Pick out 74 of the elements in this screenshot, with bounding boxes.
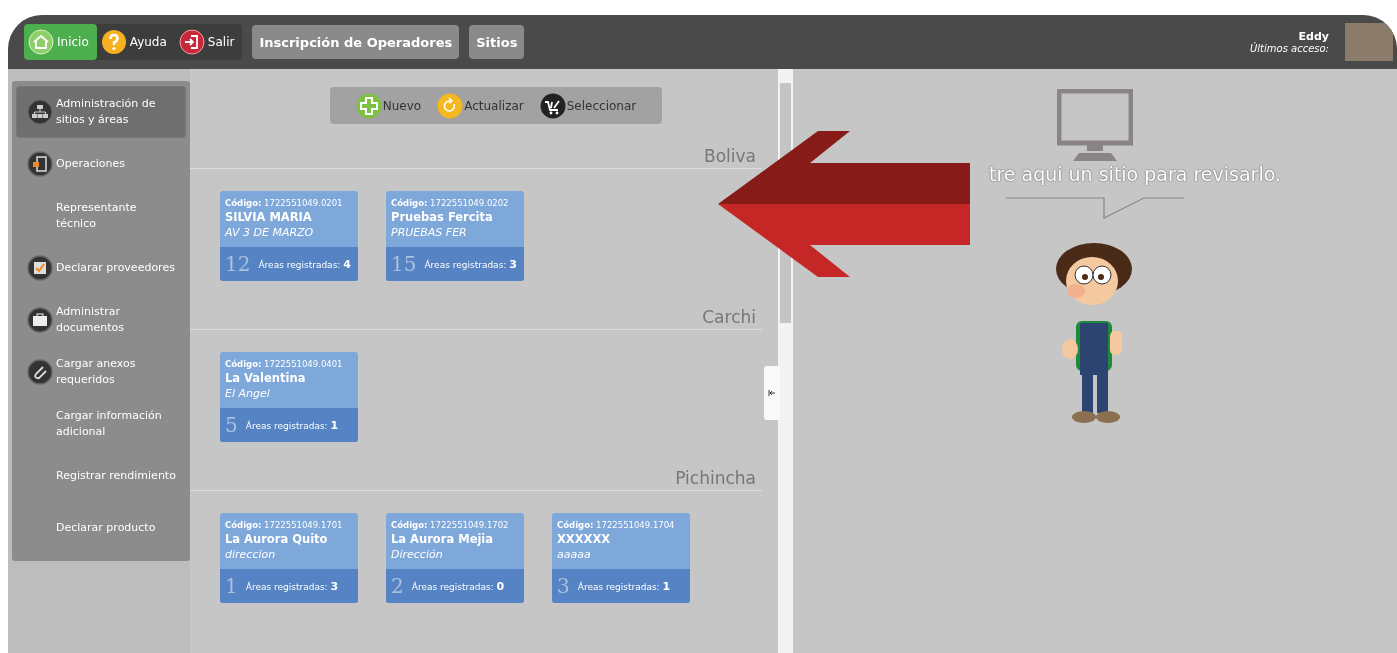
module-tab[interactable]: Inscripción de Operadores [252,25,460,59]
site-address: El Angel [225,387,271,400]
areas-count: Áreas registradas: 4 [258,257,351,271]
sidebar-item[interactable]: Cargar información adicional [17,399,185,449]
sidebar-item[interactable]: Administración de sitios y áreas [17,87,185,137]
site-number: 3 [557,574,570,598]
site-number: 12 [225,252,251,276]
module-tab[interactable]: Sitios [469,25,525,59]
nav-button[interactable]: Ayuda [96,24,175,60]
site-number: 15 [391,252,417,276]
site-name: La Valentina [225,371,307,385]
site-number: 5 [225,413,238,437]
toolbar-button[interactable]: Nuevo [355,92,422,119]
site-card[interactable]: Código: 1722551049.0201 SILVIA MARIA AV 3 DE MARZO 12 Áreas registradas: 4 [220,191,358,281]
cart-icon [539,92,566,119]
sidebar-item[interactable]: Representante técnico [17,191,185,241]
site-address: direccion [225,548,277,561]
sidebar-item[interactable]: Declarar producto [17,503,185,553]
site-card[interactable]: Código: 1722551049.1701 La Aurora Quito direccion 1 Áreas registradas: 3 [220,513,358,603]
site-name: SILVIA MARIA [225,210,313,224]
site-address: aaaaa [557,548,592,561]
briefcase-icon [27,307,53,333]
site-card[interactable]: Código: 1722551049.1704 XXXXXX aaaaa 3 Áreas registradas: 1 [552,513,690,603]
nav-button[interactable]: Inicio [24,24,97,60]
areas-count: Áreas registradas: 3 [245,579,339,593]
sidebar-item[interactable]: Cargar anexos requeridos [17,347,185,397]
site-name: Pruebas Fercita [391,210,494,224]
site-name: La Aurora Quito [225,532,329,546]
sidebar-item[interactable]: Declarar proveedores [17,243,185,293]
question-icon [100,29,127,55]
site-address: PRUEBAS FER [391,226,468,239]
sitemap-icon [27,99,53,125]
empty-state-message: tre aqui un sitio para revisarlo. [988,163,1282,185]
areas-count: Áreas registradas: 1 [245,418,339,432]
group-heading: Boliva [704,146,756,166]
site-card[interactable]: Código: 1722551049.0202 Pruebas Fercita PRUEBAS FER 15 Áreas registradas: 3 [386,191,524,281]
site-code: Código: 1722551049.1702 [391,520,510,530]
paperclip-icon [27,359,53,385]
sidebar-item[interactable]: Administrar documentos [17,295,185,345]
areas-count: Áreas registradas: 0 [411,579,505,593]
monitor-icon [1057,89,1133,161]
plus-icon [355,92,382,119]
site-number: 2 [391,574,404,598]
toolbar-button[interactable]: Seleccionar [539,92,637,119]
site-code: Código: 1722551049.1701 [225,520,344,530]
photo-placeholder [1345,23,1393,61]
site-address: Dirección [391,548,444,561]
collapse-button[interactable] [764,366,780,420]
user-name: Eddy [1298,30,1329,43]
group-heading: Carchi [702,307,756,327]
checklist-icon [27,255,53,281]
house-icon [28,29,54,55]
collapse-icon [768,390,776,396]
site-address: AV 3 DE MARZO [225,226,315,239]
site-card[interactable]: Código: 1722551049.1702 La Aurora Mejia Dirección 2 Áreas registradas: 0 [386,513,524,603]
nav-button[interactable]: Salir [174,24,243,60]
site-card[interactable]: Código: 1722551049.0401 La Valentina El Angel 5 Áreas registradas: 1 [220,352,358,442]
site-name: La Aurora Mejia [391,532,495,546]
site-number: 1 [225,574,238,598]
toolbar-button[interactable]: Actualizar [437,92,524,119]
document-icon [27,151,53,177]
site-code: Código: 1722551049.0401 [225,359,344,369]
sidebar-item[interactable]: Registrar rendimiento [17,451,185,501]
areas-count: Áreas registradas: 1 [577,579,671,593]
site-code: Código: 1722551049.0202 [391,198,510,208]
site-code: Código: 1722551049.1704 [557,520,676,530]
areas-count: Áreas registradas: 3 [424,257,517,271]
site-code: Código: 1722551049.0201 [225,198,344,208]
site-name: XXXXXX [557,532,612,546]
sidebar-item[interactable]: Operaciones [17,139,185,189]
group-heading: Pichincha [675,468,756,488]
exit-icon [178,29,205,55]
refresh-icon [437,92,464,119]
last-access-label: Últimos acceso: [1249,43,1329,54]
